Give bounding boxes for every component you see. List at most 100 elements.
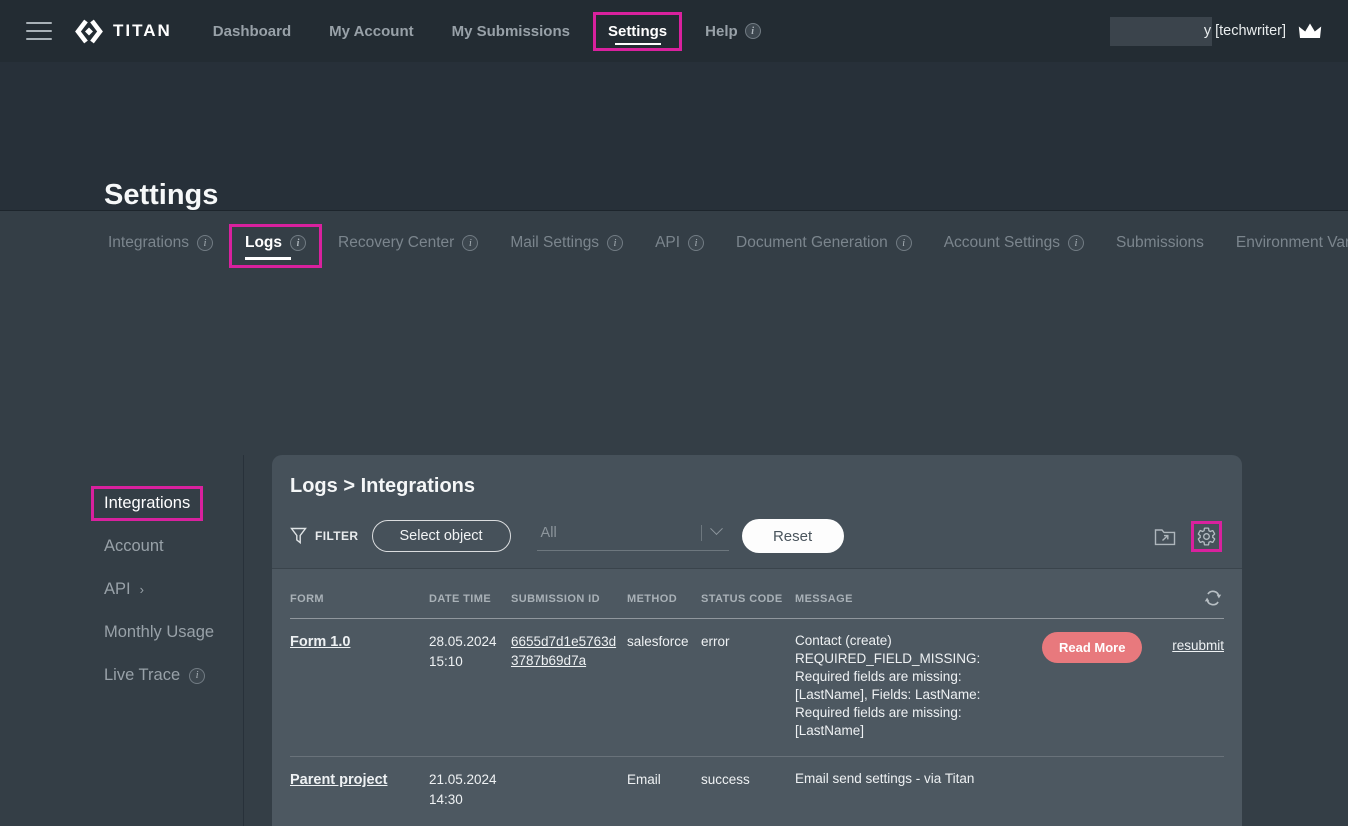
table-header-row: FORMDATE TIMESUBMISSION IDMETHODSTATUS C… xyxy=(290,569,1224,619)
sidebar-item-label: Monthly Usage xyxy=(104,623,214,642)
date-value: 28.05.2024 xyxy=(429,632,501,652)
sidebar-item-label: Account xyxy=(104,537,164,556)
table-body: Form 1.0 28.05.2024 15:10 6655d7d1e5763d… xyxy=(290,619,1224,826)
titan-logo-icon xyxy=(74,18,104,45)
table-row: Parent project 21.05.2024 14:30 Email su… xyxy=(290,757,1224,826)
breadcrumb: Logs > Integrations xyxy=(290,475,1222,498)
tab-label: Submissions xyxy=(1116,234,1204,252)
tab[interactable]: Logs i xyxy=(229,224,322,268)
filter-row: FILTER Select object All Reset xyxy=(290,519,1222,553)
tab-label: Mail Settings xyxy=(510,234,599,252)
info-icon: i xyxy=(462,235,478,251)
method-cell: salesforce xyxy=(627,632,701,740)
time-value: 14:30 xyxy=(429,790,501,810)
submission-id-link[interactable]: 6655d7d1e5763d3787b69d7a xyxy=(511,632,617,670)
info-icon: i xyxy=(290,235,306,251)
resubmit-link[interactable]: resubmit xyxy=(1172,636,1224,656)
folder-export-icon xyxy=(1154,527,1176,546)
sidebar-item-label: Integrations xyxy=(104,494,190,513)
tab[interactable]: Recovery Center i xyxy=(322,224,494,268)
panel-head: Logs > Integrations FILTER Select object… xyxy=(272,455,1242,553)
sidebar-item[interactable]: Live Trace i xyxy=(91,658,218,693)
filter-label: FILTER xyxy=(290,527,359,545)
refresh-icon[interactable] xyxy=(1204,589,1222,607)
main-nav: Dashboard My Account My Submissions Sett… xyxy=(198,12,784,51)
active-underline xyxy=(615,43,661,45)
content-area: Integrations Account API › Monthly Usage… xyxy=(0,212,1348,826)
page-title: Settings xyxy=(104,179,218,212)
nav-item[interactable]: My Submissions xyxy=(437,12,585,51)
chevron-right-icon: › xyxy=(140,582,144,597)
info-icon: i xyxy=(197,235,213,251)
logs-table: FORMDATE TIMESUBMISSION IDMETHODSTATUS C… xyxy=(272,568,1242,826)
redacted-username xyxy=(1110,17,1212,46)
form-link[interactable]: Form 1.0 xyxy=(290,634,350,650)
tab[interactable]: API i xyxy=(639,224,720,268)
sidebar-item[interactable]: Integrations xyxy=(91,486,203,521)
sidebar: Integrations Account API › Monthly Usage… xyxy=(91,486,227,693)
select-object-button[interactable]: Select object xyxy=(372,520,511,552)
info-icon: i xyxy=(745,23,761,39)
tab[interactable]: Submissions xyxy=(1100,224,1220,268)
panel-actions xyxy=(1149,521,1222,552)
tab-label: Logs xyxy=(245,234,282,252)
date-time-cell: 21.05.2024 14:30 xyxy=(429,770,511,810)
logs-panel: Logs > Integrations FILTER Select object… xyxy=(272,455,1242,826)
info-icon: i xyxy=(1068,235,1084,251)
tab[interactable]: Document Generation i xyxy=(720,224,928,268)
gear-icon xyxy=(1196,526,1217,547)
form-link[interactable]: Parent project xyxy=(290,772,388,788)
sidebar-item[interactable]: API › xyxy=(91,572,157,607)
tab[interactable]: Account Settings i xyxy=(928,224,1100,268)
tab-label: Document Generation xyxy=(736,234,888,252)
status-code-cell: error xyxy=(701,632,795,740)
crown-icon xyxy=(1298,22,1322,40)
info-icon: i xyxy=(688,235,704,251)
page-header: Settings Integrations i Logs i Recovery … xyxy=(0,62,1348,211)
select-separator xyxy=(701,525,702,541)
object-type-value: All xyxy=(541,525,557,541)
tab[interactable]: Integrations i xyxy=(92,224,229,268)
log-settings-button[interactable] xyxy=(1191,521,1222,552)
info-icon: i xyxy=(189,668,205,684)
nav-item-label: Help xyxy=(705,23,738,40)
row-actions: Read More resubmit xyxy=(1042,632,1224,740)
chevron-down-icon xyxy=(710,522,723,535)
sidebar-item[interactable]: Account xyxy=(91,529,177,564)
menu-icon[interactable] xyxy=(26,22,52,40)
nav-item-label: My Submissions xyxy=(452,23,570,40)
message-cell: Contact (create) REQUIRED_FIELD_MISSING:… xyxy=(795,632,1042,740)
nav-item[interactable]: Help i xyxy=(690,12,776,51)
nav-item[interactable]: Dashboard xyxy=(198,12,306,51)
tab-label: Integrations xyxy=(108,234,189,252)
brand[interactable]: TITAN xyxy=(74,18,172,45)
nav-item[interactable]: Settings xyxy=(593,12,682,51)
nav-item[interactable]: My Account xyxy=(314,12,428,51)
active-underline xyxy=(245,257,291,260)
brand-name: TITAN xyxy=(113,21,172,41)
tab-label: Account Settings xyxy=(944,234,1060,252)
user-area: y [techwriter] xyxy=(1110,17,1322,46)
sidebar-item-label: API xyxy=(104,580,131,599)
info-icon: i xyxy=(896,235,912,251)
date-value: 21.05.2024 xyxy=(429,770,501,790)
message-cell: Email send settings - via Titan xyxy=(795,770,1042,810)
column-header: FORM xyxy=(290,593,429,605)
sidebar-item[interactable]: Monthly Usage xyxy=(91,615,227,650)
table-row: Form 1.0 28.05.2024 15:10 6655d7d1e5763d… xyxy=(290,619,1224,757)
status-code-cell: success xyxy=(701,770,795,810)
column-header: DATE TIME xyxy=(429,593,511,605)
row-actions xyxy=(1042,770,1224,810)
top-nav: TITAN Dashboard My Account My Submission… xyxy=(0,0,1348,62)
nav-item-label: Dashboard xyxy=(213,23,291,40)
export-logs-button[interactable] xyxy=(1149,522,1181,551)
tab[interactable]: Mail Settings i xyxy=(494,224,639,268)
reset-button[interactable]: Reset xyxy=(742,519,844,553)
object-type-select[interactable]: All xyxy=(537,521,729,551)
nav-item-label: My Account xyxy=(329,23,413,40)
read-more-button[interactable]: Read More xyxy=(1042,632,1142,663)
column-header: STATUS CODE xyxy=(701,593,795,605)
tab[interactable]: Environment Variables xyxy=(1220,224,1348,268)
method-cell: Email xyxy=(627,770,701,810)
column-header: METHOD xyxy=(627,593,701,605)
